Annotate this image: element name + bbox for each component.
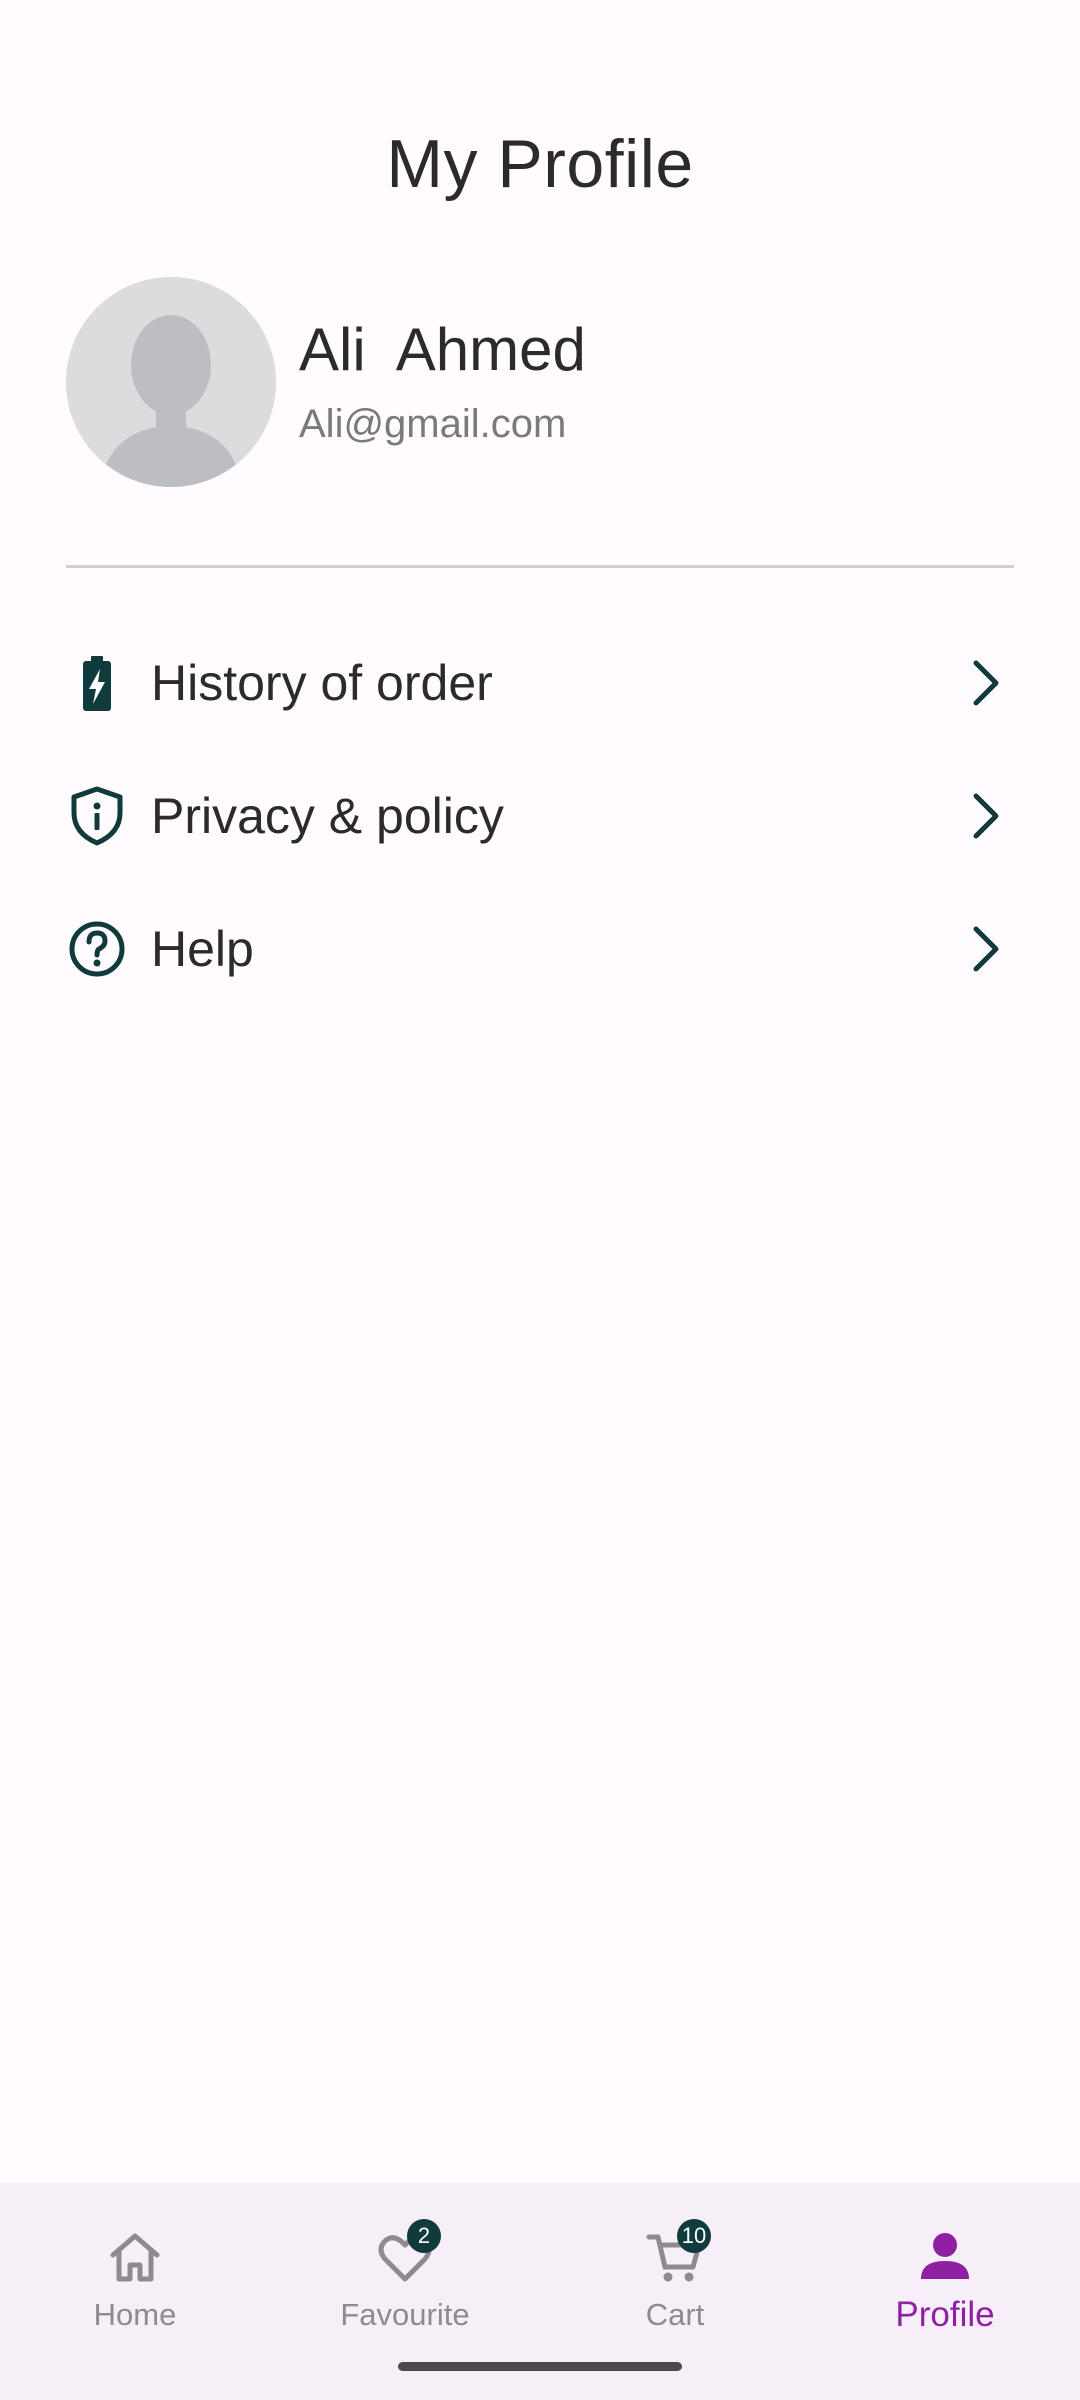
nav-item-profile[interactable]: Profile: [810, 2203, 1080, 2334]
menu-item-label: Privacy & policy: [151, 788, 504, 844]
menu-item-privacy-policy[interactable]: Privacy & policy: [66, 756, 1014, 876]
nav-item-cart[interactable]: 10 Cart: [540, 2203, 810, 2333]
cart-count-badge: 10: [677, 2219, 711, 2253]
chevron-right-icon: [958, 655, 1014, 711]
menu-item-history-of-order[interactable]: History of order: [66, 623, 1014, 743]
default-person-avatar-icon: [66, 277, 276, 487]
help-circle-icon: [66, 918, 128, 980]
profile-screen: My Profile Ali Ahmed Ali@gmail.com Histo…: [0, 0, 1080, 2400]
home-indicator[interactable]: [398, 2362, 682, 2371]
profile-header: Ali Ahmed Ali@gmail.com: [66, 277, 1014, 487]
chevron-right-icon: [958, 788, 1014, 844]
divider: [66, 565, 1014, 568]
menu-item-label: Help: [151, 921, 254, 977]
nav-label: Favourite: [340, 2297, 470, 2332]
nav-label: Profile: [895, 2295, 995, 2334]
battery-charging-icon: [66, 652, 128, 714]
favourite-count-badge: 2: [407, 2219, 441, 2253]
user-name: Ali Ahmed: [299, 316, 586, 383]
nav-item-home[interactable]: Home: [0, 2203, 270, 2333]
nav-item-favourite[interactable]: 2 Favourite: [270, 2203, 540, 2333]
nav-label: Cart: [645, 2297, 705, 2332]
avatar[interactable]: [66, 277, 276, 487]
chevron-right-icon: [958, 921, 1014, 977]
home-icon: [110, 2233, 160, 2282]
menu-item-help[interactable]: Help: [66, 889, 1014, 1009]
page-title: My Profile: [386, 126, 694, 202]
shield-info-icon: [66, 785, 128, 847]
user-email: Ali@gmail.com: [299, 402, 567, 446]
menu-item-label: History of order: [151, 655, 493, 711]
person-icon: [921, 2233, 969, 2279]
nav-label: Home: [93, 2297, 177, 2332]
